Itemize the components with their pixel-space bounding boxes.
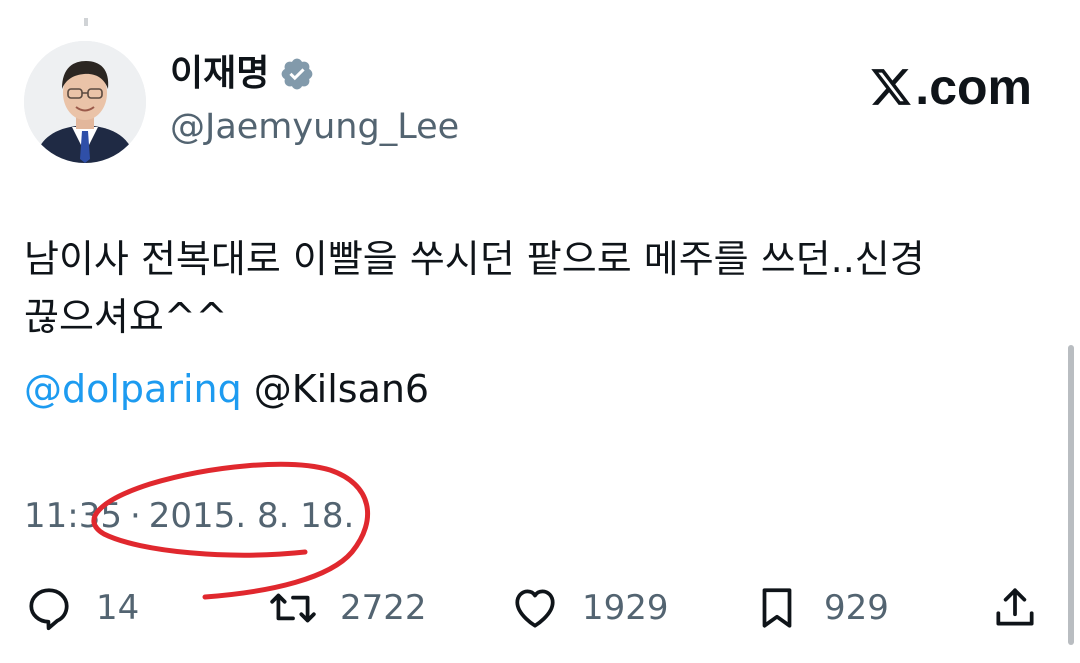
like-icon bbox=[515, 589, 555, 628]
tweet-time: 11:35 bbox=[24, 496, 122, 536]
avatar-portrait-image bbox=[24, 41, 146, 163]
mention-kilsan6[interactable]: @Kilsan6 bbox=[254, 360, 429, 418]
share-button[interactable] bbox=[990, 578, 1040, 638]
display-name[interactable]: 이재명 bbox=[170, 50, 269, 98]
verified-badge-icon bbox=[282, 58, 313, 90]
avatar[interactable] bbox=[24, 41, 146, 163]
display-name-row[interactable]: 이재명 bbox=[170, 50, 315, 98]
retweet-count: 2722 bbox=[340, 588, 427, 628]
tweet-date: 2015. 8. 18. bbox=[148, 496, 355, 536]
like-count: 1929 bbox=[582, 588, 669, 628]
tweet-mentions: @dolparinq @Kilsan6 bbox=[24, 360, 429, 418]
tweet-action-bar: 14 2722 1929 929 bbox=[0, 578, 1080, 638]
reply-button[interactable]: 14 bbox=[24, 578, 139, 638]
bookmark-icon bbox=[762, 588, 792, 628]
tweet-timestamp[interactable]: 11:35 · 2015. 8. 18. bbox=[24, 492, 354, 540]
reply-count: 14 bbox=[96, 588, 140, 628]
user-handle[interactable]: @Jaemyung_Lee bbox=[170, 104, 459, 150]
scrollbar[interactable] bbox=[1068, 345, 1074, 645]
retweet-icon bbox=[270, 593, 316, 623]
top-edge-mark bbox=[84, 18, 88, 26]
brand-watermark: .com bbox=[869, 58, 1032, 116]
like-button[interactable]: 1929 bbox=[510, 578, 669, 638]
timestamp-separator: · bbox=[129, 496, 141, 536]
x-logo-icon bbox=[871, 69, 912, 105]
retweet-button[interactable]: 2722 bbox=[268, 578, 427, 638]
reply-icon bbox=[29, 588, 69, 631]
bookmark-button[interactable]: 929 bbox=[752, 578, 889, 638]
brand-domain: .com bbox=[915, 59, 1032, 115]
share-icon bbox=[996, 588, 1034, 626]
tweet-text: 남이사 전복대로 이빨을 쑤시던 팥으로 메주를 쓰던..신경 끊으셔요^^ bbox=[24, 237, 925, 339]
mention-link-dolparinq[interactable]: @dolparinq bbox=[24, 360, 242, 418]
bookmark-count: 929 bbox=[824, 588, 889, 628]
